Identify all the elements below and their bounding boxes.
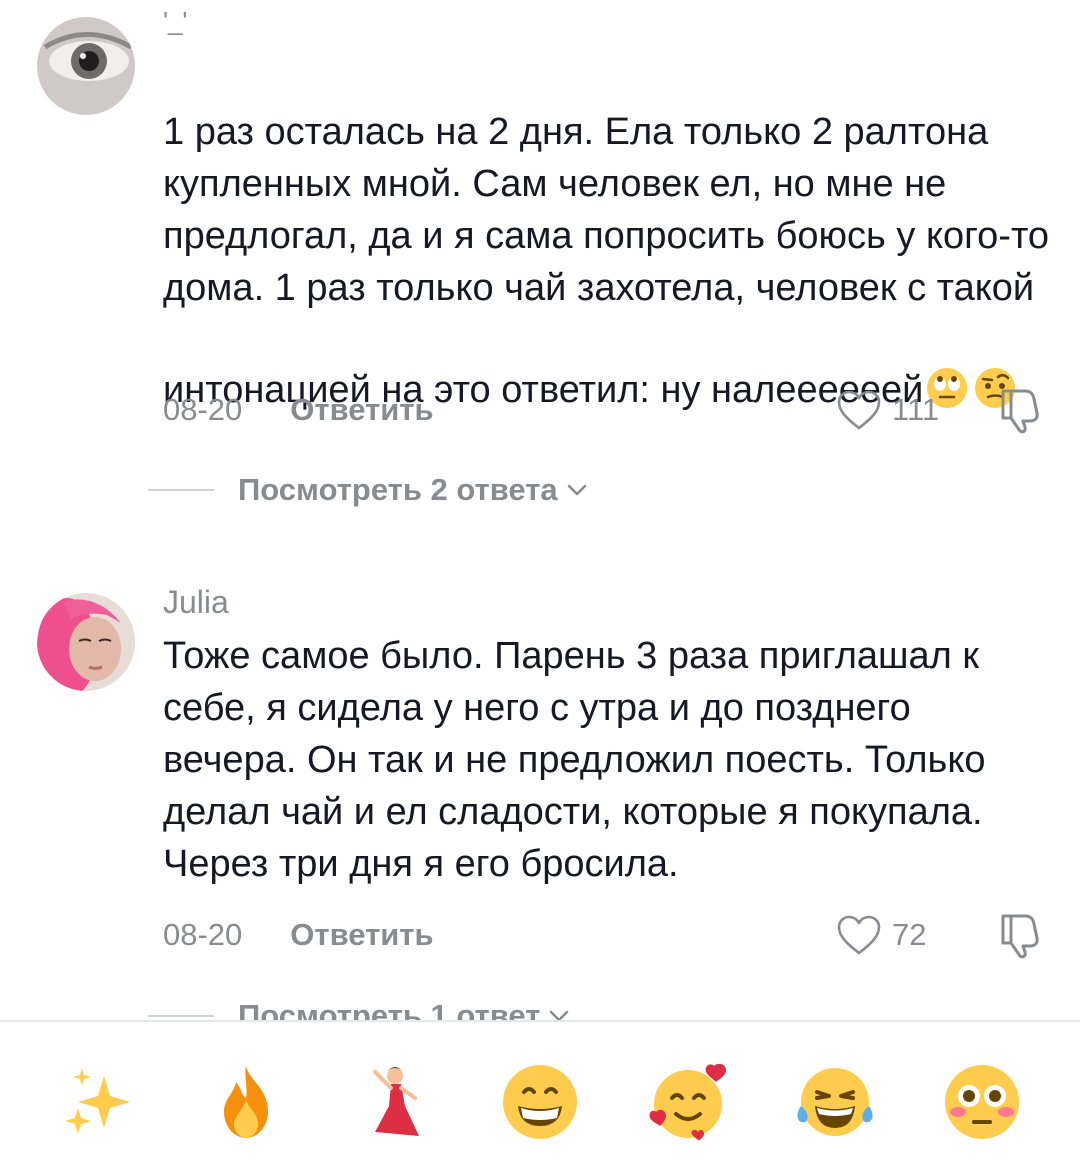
chevron-down-icon [567, 484, 586, 496]
view-replies-button[interactable]: Посмотреть 2 ответа [148, 472, 588, 508]
view-replies-label: Посмотреть 2 ответа [238, 472, 558, 507]
comment-meta: 08-20 Ответить [163, 388, 434, 432]
username[interactable]: '_' [163, 6, 187, 37]
dancer-emoji[interactable] [355, 1062, 435, 1142]
tears-of-joy-emoji[interactable] [795, 1062, 875, 1142]
avatar[interactable] [37, 593, 135, 691]
comment-text: Тоже самое было. Парень 3 раза приглашал… [163, 635, 986, 885]
grin-emoji[interactable] [500, 1062, 580, 1142]
comment-meta: 08-20 Ответить [163, 913, 434, 957]
replies-divider-line [148, 1015, 214, 1017]
like-button[interactable]: 72 [836, 910, 926, 960]
like-count: 72 [892, 917, 927, 952]
dislike-icon[interactable] [995, 910, 1045, 960]
sparkles-emoji[interactable] [58, 1062, 138, 1142]
avatar[interactable] [37, 17, 135, 115]
reply-button[interactable]: Ответить [290, 392, 433, 428]
comment-body: 1 раз осталась на 2 дня. Ела только 2 ра… [163, 111, 1050, 411]
like-count: 111 [892, 392, 940, 427]
reply-button[interactable]: Ответить [290, 917, 433, 953]
comment-date: 08-20 [163, 917, 243, 952]
replies-divider-line [148, 489, 214, 491]
dislike-icon[interactable] [995, 385, 1045, 435]
username[interactable]: Julia [163, 584, 229, 621]
heart-icon [837, 390, 881, 430]
eye-roll-emoji [925, 314, 969, 408]
emoji-quick-bar [0, 1020, 1080, 1160]
flushed-emoji[interactable] [942, 1062, 1022, 1142]
fire-emoji[interactable] [206, 1062, 286, 1142]
smiling-hearts-emoji[interactable] [648, 1062, 728, 1142]
heart-icon [837, 915, 881, 955]
comment-text: 1 раз осталась на 2 дня. Ела только 2 ра… [163, 54, 1053, 416]
raised-eyebrow-emoji [973, 314, 1017, 408]
like-button[interactable]: 111 [836, 385, 939, 435]
comment-date: 08-20 [163, 392, 243, 427]
